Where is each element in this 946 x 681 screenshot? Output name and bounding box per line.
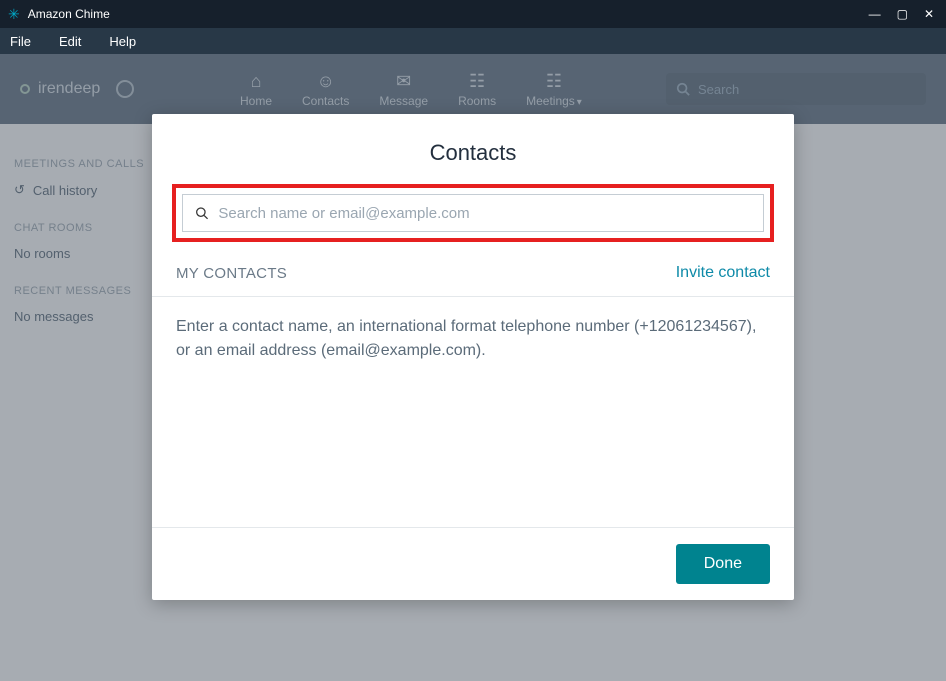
invite-contact-link[interactable]: Invite contact	[676, 264, 770, 282]
modal-footer: Done	[152, 527, 794, 600]
done-button[interactable]: Done	[676, 544, 770, 584]
contacts-hint-text: Enter a contact name, an international f…	[152, 297, 794, 381]
chime-logo-icon: ✳	[8, 6, 20, 23]
contacts-modal: Contacts MY CONTACTS Invite contact Ente…	[152, 114, 794, 600]
close-button[interactable]: ✕	[924, 7, 934, 21]
my-contacts-label: MY CONTACTS	[176, 265, 287, 282]
contacts-header-row: MY CONTACTS Invite contact	[152, 254, 794, 297]
contact-search-input[interactable]	[218, 205, 751, 222]
search-highlight-box	[172, 184, 774, 242]
modal-title: Contacts	[152, 114, 794, 184]
window-controls: — ▢ ✕	[869, 7, 934, 21]
search-icon	[195, 206, 208, 220]
menu-edit[interactable]: Edit	[59, 34, 81, 49]
minimize-button[interactable]: —	[869, 7, 881, 21]
titlebar: ✳ Amazon Chime — ▢ ✕	[0, 0, 946, 28]
modal-overlay: Contacts MY CONTACTS Invite contact Ente…	[0, 54, 946, 681]
contact-search-field[interactable]	[182, 194, 764, 232]
window-title: Amazon Chime	[28, 7, 869, 21]
menu-file[interactable]: File	[10, 34, 31, 49]
maximize-button[interactable]: ▢	[897, 7, 908, 21]
menubar: File Edit Help	[0, 28, 946, 54]
menu-help[interactable]: Help	[109, 34, 136, 49]
